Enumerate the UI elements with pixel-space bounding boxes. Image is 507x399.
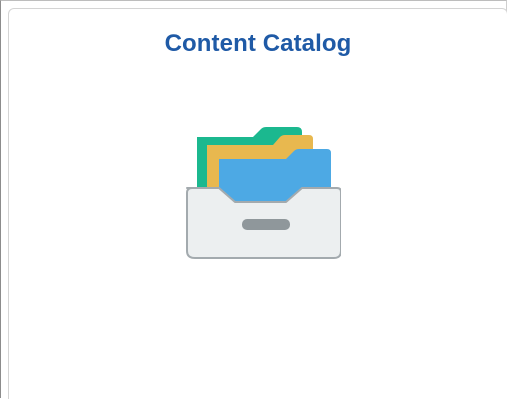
content-catalog-tile[interactable]: Content Catalog xyxy=(8,8,507,399)
tile-title: Content Catalog xyxy=(164,30,352,57)
drawer-handle-shape xyxy=(242,219,290,230)
folder-drawer-icon xyxy=(186,127,341,259)
tile-frame: Content Catalog xyxy=(0,0,507,399)
